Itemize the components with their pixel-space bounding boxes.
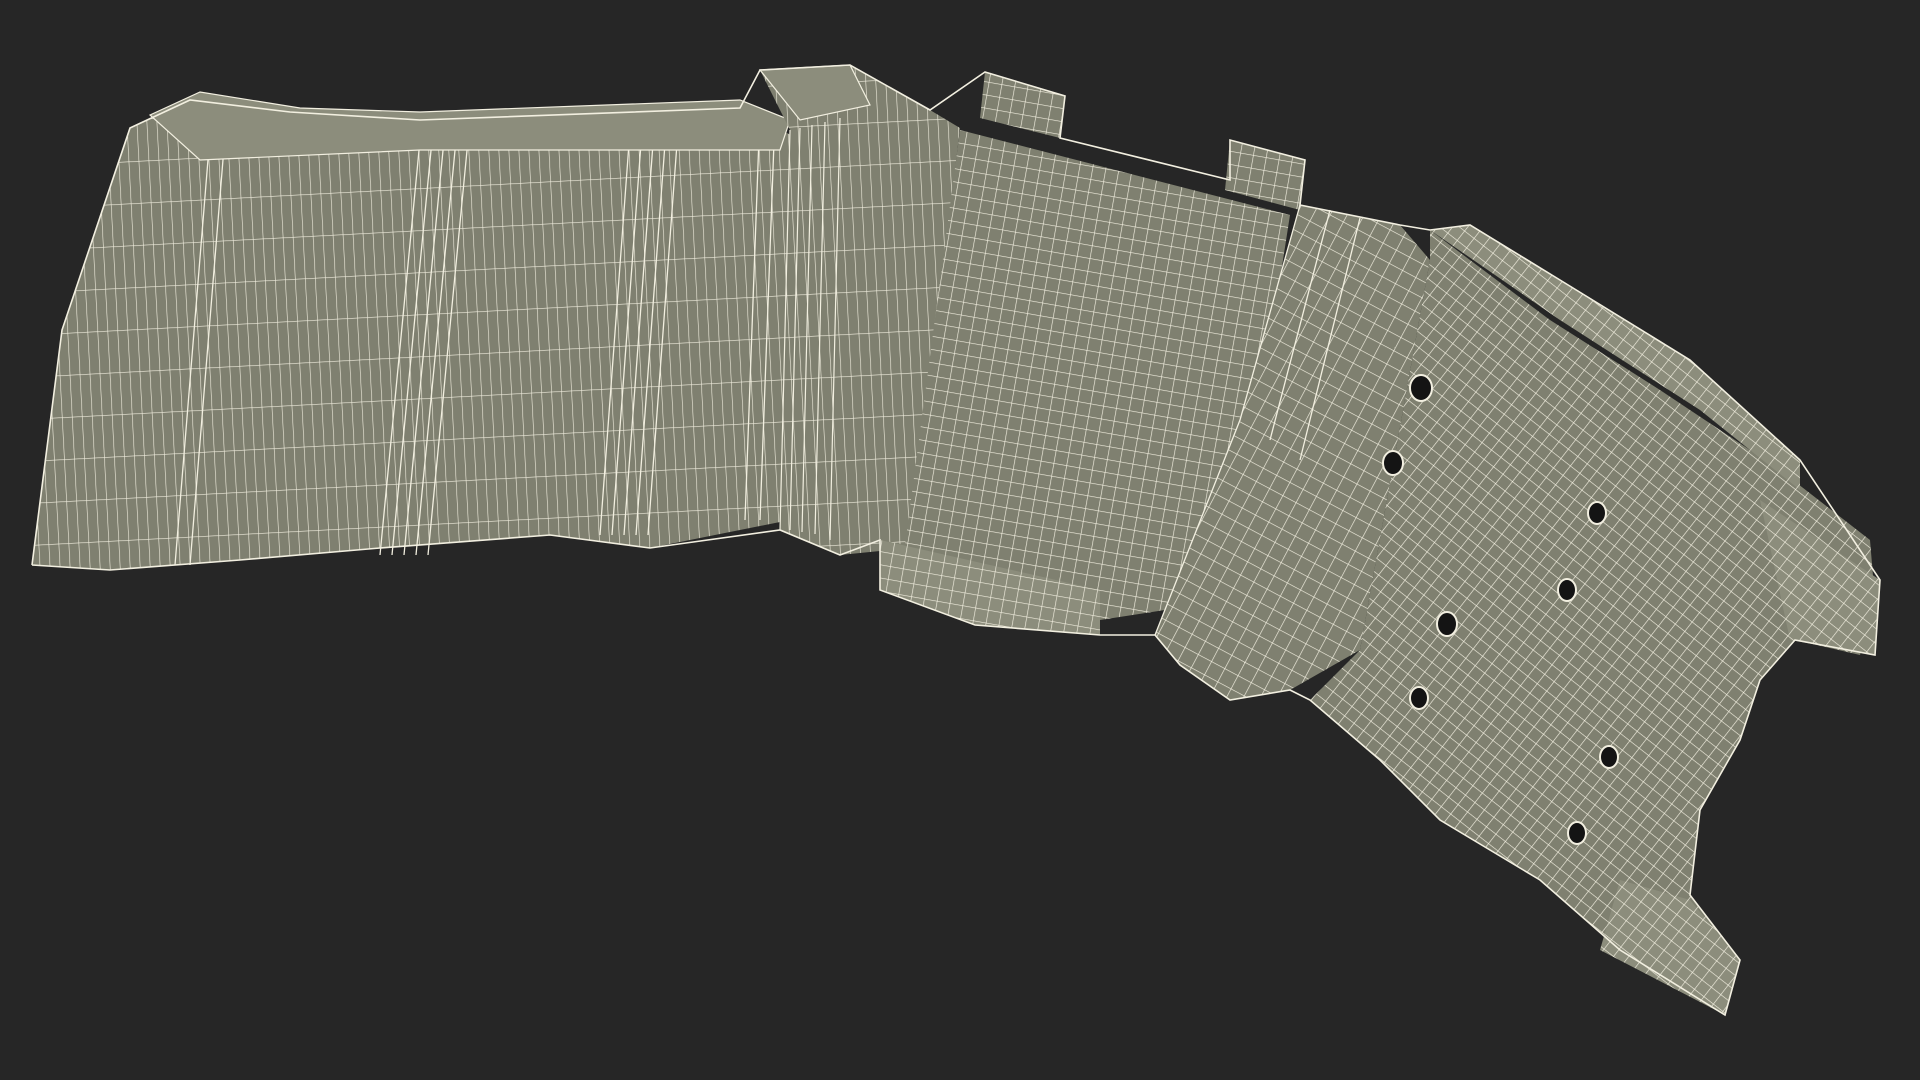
bolt-hole [1599, 745, 1619, 769]
wireframe-render [31, 64, 1881, 1017]
bolt-hole [1409, 686, 1429, 710]
bolt-hole [1436, 611, 1458, 637]
bolt-hole [1409, 374, 1433, 402]
bolt-hole [1557, 578, 1577, 602]
mesh-left-section [32, 91, 800, 570]
bolt-hole [1587, 501, 1607, 525]
bolt-hole [1567, 821, 1587, 845]
bolt-hole [1382, 450, 1404, 476]
render-viewport [0, 0, 1920, 1080]
